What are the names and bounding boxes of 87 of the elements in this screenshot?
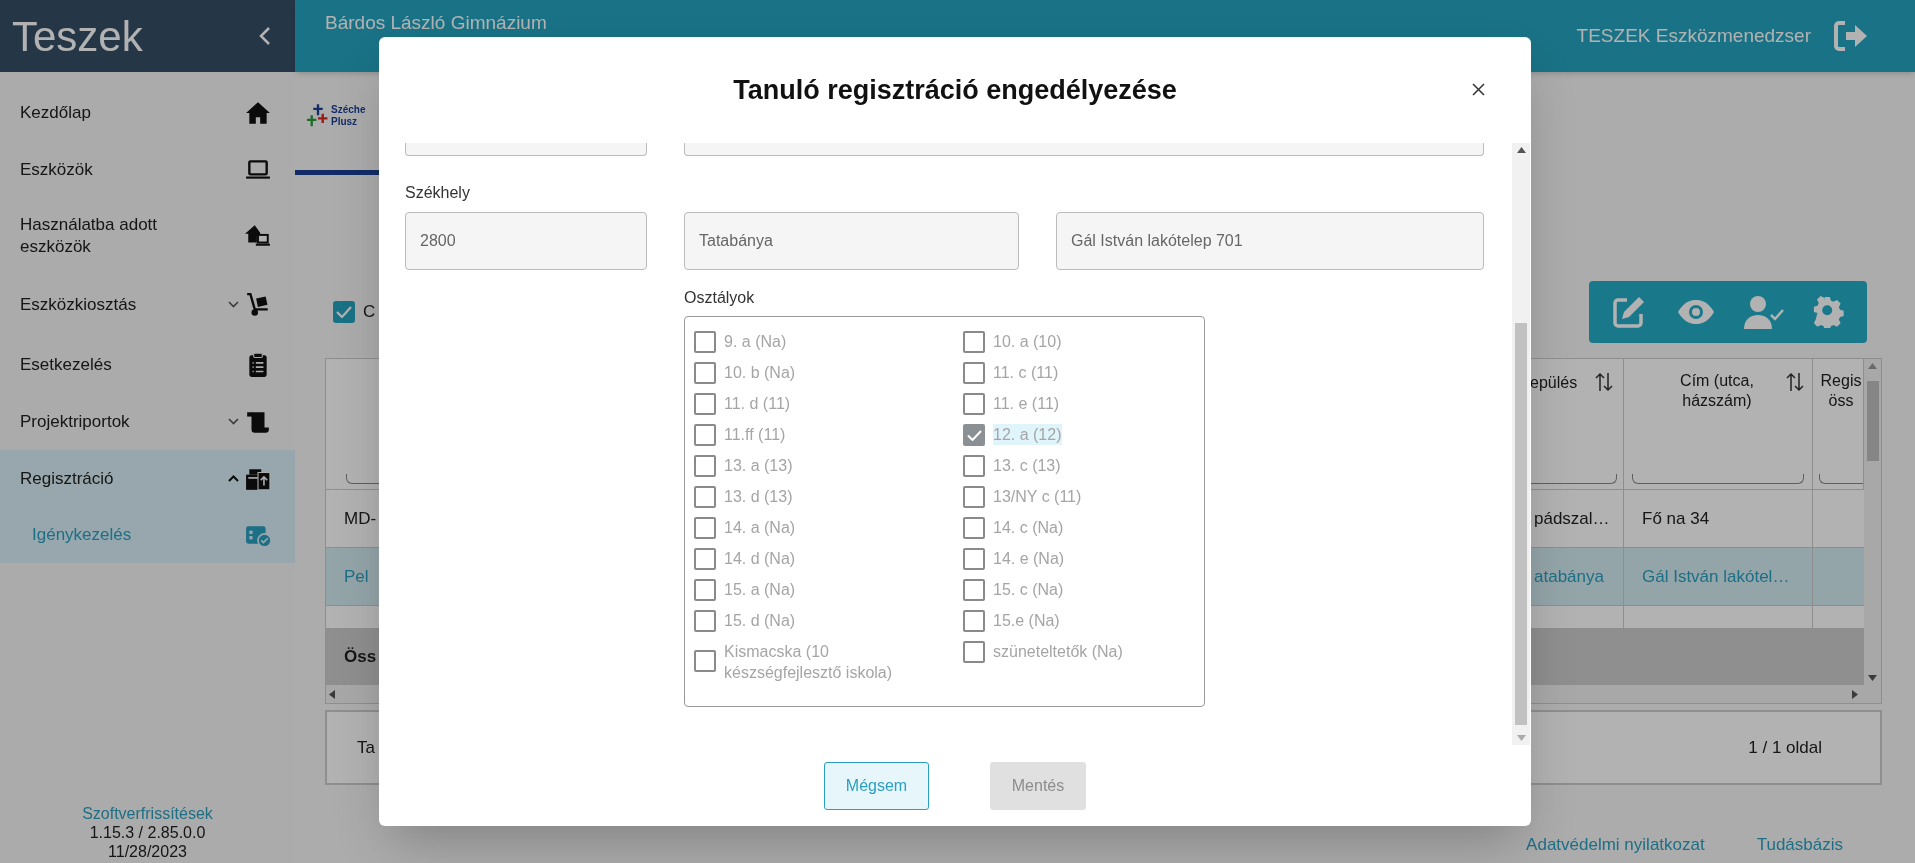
scrollbar-thumb[interactable]: [1866, 381, 1879, 461]
checkbox[interactable]: [333, 301, 355, 323]
checkbox-label: 14. a (Na): [724, 518, 796, 538]
scroll-left-icon[interactable]: [329, 689, 335, 699]
input-field[interactable]: 2800: [405, 212, 647, 270]
checkbox-label: 14. d (Na): [724, 549, 796, 569]
checkbox-label: 11.ff (11): [724, 425, 786, 445]
nav-item[interactable]: Kezdőlap: [0, 84, 295, 141]
scroll-right-icon[interactable]: [1852, 689, 1858, 699]
scroll-down-icon[interactable]: [1868, 675, 1877, 681]
field-label: Osztályok: [684, 288, 756, 308]
footer-link[interactable]: Tudásbázis: [1756, 832, 1843, 858]
page-count: 1 / 1 oldal: [1748, 736, 1822, 759]
cross-logo-icon: [307, 104, 329, 128]
logo-text: Plusz: [331, 116, 359, 128]
checkbox-label: 10. a (10): [993, 332, 1062, 352]
checkbox-label: 14. c (Na): [993, 518, 1064, 538]
summary-label: Öss: [344, 646, 377, 669]
table-cell: Gál István lakótel…: [1624, 548, 1813, 605]
input-field[interactable]: Gál István lakótelep 701: [1056, 212, 1484, 270]
column-header[interactable]: Regis öss: [1819, 371, 1863, 411]
chevron-down-icon[interactable]: [228, 418, 239, 425]
logout-icon[interactable]: [1833, 20, 1869, 52]
collapse-icon[interactable]: [259, 26, 271, 46]
version-text: 1.15.3 / 2.85.0.0: [89, 823, 206, 842]
checkbox-label: Kismacska (10 készségfejlesztő iskola): [724, 642, 894, 683]
checkbox-label: 15. c (Na): [993, 580, 1064, 600]
column-header[interactable]: epülés: [1530, 371, 1578, 395]
eye-icon[interactable]: [1675, 298, 1716, 326]
checkbox-label: C: [363, 301, 376, 324]
footer-link[interactable]: Adatvédelmi nyilatkozat: [1526, 832, 1705, 858]
checkbox-label: 15. a (Na): [724, 580, 796, 600]
checkbox-label: 12. a (12): [993, 424, 1063, 445]
scroll-up-icon[interactable]: [1516, 147, 1526, 153]
checkbox-label: 15.e (Na): [993, 611, 1060, 631]
table-cell-text: MD-: [344, 507, 377, 530]
nav-item[interactable]: Eszközkiosztás: [0, 273, 295, 336]
filter-field[interactable]: [1632, 474, 1804, 484]
nav-item[interactable]: Projektriportok: [0, 393, 295, 450]
check-icon: [336, 306, 352, 318]
checkbox-label: 11. e (11): [993, 394, 1060, 414]
app-title: Teszek: [12, 11, 143, 62]
checkbox-label: 10. b (Na): [724, 363, 796, 383]
sort-icon[interactable]: [1786, 371, 1804, 393]
checkbox-label: 13. d (13): [724, 487, 793, 507]
checkbox-label: szüneteltetők (Na): [993, 642, 1123, 662]
close-icon[interactable]: [1472, 83, 1485, 96]
dialog-scrollbar[interactable]: [1512, 143, 1530, 745]
checkbox-label: 9. a (Na): [724, 332, 787, 352]
chevron-up-icon[interactable]: [228, 475, 239, 482]
table-cell: Fő na 34: [1624, 490, 1813, 547]
user-check-icon[interactable]: [1744, 295, 1785, 329]
dialog-title: Tanuló regisztráció engedélyezése: [733, 73, 1177, 107]
updates-link[interactable]: Szoftverfrissítések: [82, 804, 213, 823]
checkbox-label: 13/NY c (11): [993, 487, 1082, 507]
checkbox-label: 14. e (Na): [993, 549, 1065, 569]
input-field[interactable]: Tatabánya: [684, 212, 1019, 270]
nav-item[interactable]: Regisztráció: [0, 450, 295, 507]
nav-item[interactable]: Esetkezelés: [0, 336, 295, 393]
scroll-down-icon[interactable]: [1516, 735, 1526, 741]
check-icon: [966, 429, 982, 441]
checkbox-label: 13. a (13): [724, 456, 793, 476]
checkbox-label: 11. d (11): [724, 394, 791, 414]
field-label: Székhely: [405, 183, 471, 203]
chevron-down-icon[interactable]: [228, 301, 239, 308]
settings-icon[interactable]: [1812, 296, 1845, 328]
school-name: Bárdos László Gimnázium: [325, 12, 547, 34]
column-header[interactable]: Cím (utca, házszám): [1652, 371, 1782, 411]
nav-subitem[interactable]: Igénykezelés: [0, 507, 295, 563]
sort-icon[interactable]: [1595, 371, 1613, 393]
checkbox-label: 11. c (11): [993, 363, 1059, 383]
filter-field[interactable]: [1819, 474, 1863, 484]
input-field[interactable]: [405, 143, 647, 156]
nav-item[interactable]: Használatba adott eszközök: [0, 198, 295, 273]
checkbox-label: 13. c (13): [993, 456, 1061, 476]
nav-item[interactable]: Eszközök: [0, 141, 295, 198]
cancel-button[interactable]: Mégsem: [824, 762, 929, 810]
app-name: TESZEK Eszközmenedzser: [1576, 23, 1811, 48]
vertical-scrollbar[interactable]: [1864, 359, 1881, 685]
date-text: 11/28/2023: [108, 842, 187, 861]
pager-text: Ta: [357, 736, 375, 759]
hand-truck-icon: [245, 291, 271, 318]
table-cell-text: Pel: [344, 565, 369, 588]
input-field[interactable]: [684, 143, 1484, 156]
house-laptop-icon: [245, 222, 271, 249]
logo-text: Széche: [331, 104, 366, 116]
checkbox-label: 15. d (Na): [724, 611, 796, 631]
